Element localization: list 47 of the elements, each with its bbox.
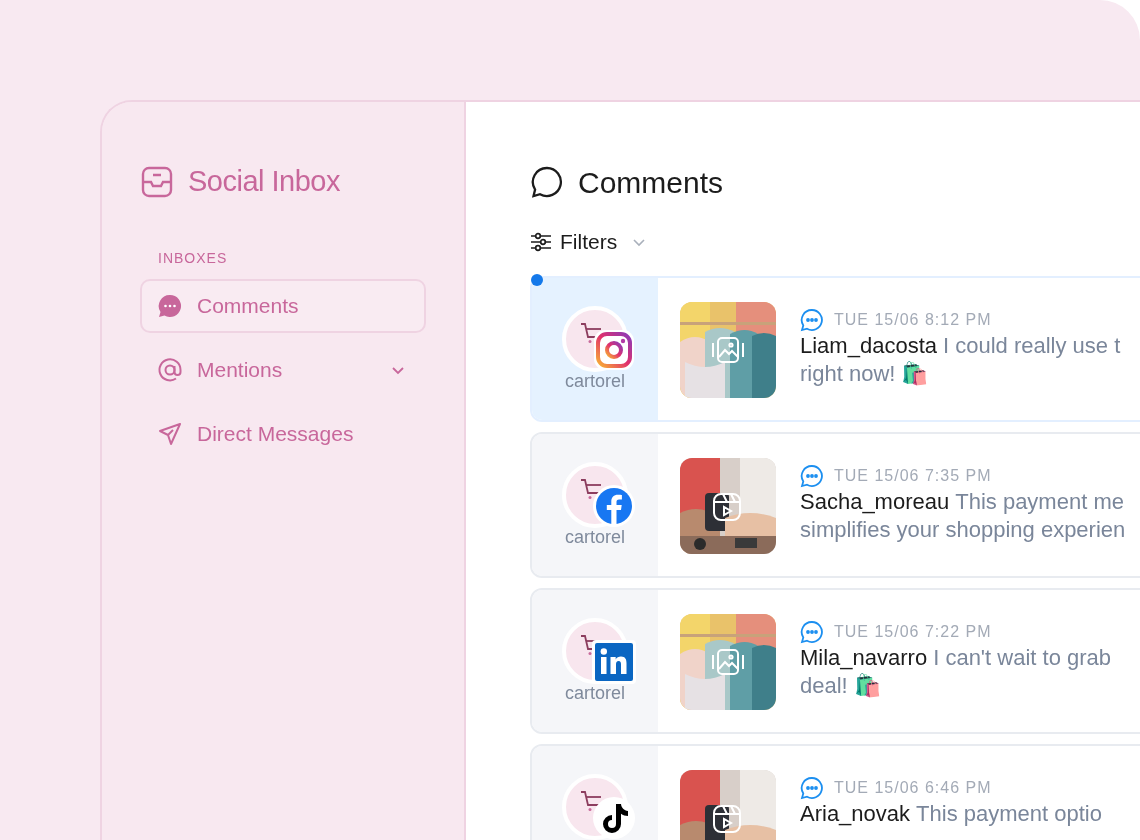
user-name: Sacha_moreau (800, 488, 950, 516)
comment-card[interactable]: cartorel TUE 15/06 8:12 PM Liam_dacosta I could really use t right now! 🛍 (530, 276, 1140, 422)
account-name: cartorel (565, 682, 625, 705)
comment-card[interactable]: TUE 15/06 6:46 PM Aria_novak This payment optio (530, 744, 1140, 840)
comment-text: This payment me (955, 488, 1124, 516)
chat-bubble-icon (800, 620, 824, 644)
gallery-icon (711, 335, 745, 365)
comment-text: right now! 🛍 (800, 360, 929, 388)
chat-bubble-icon (800, 464, 824, 488)
filters-button[interactable]: Filters (530, 228, 648, 256)
comment-text: simplifies your shopping experien (800, 516, 1126, 544)
chat-bubble-icon (800, 308, 824, 332)
comment-card[interactable]: cartorel TUE 15/06 7:35 PM Sacha_moreau This payment me simplifies your shopping experien (530, 432, 1140, 578)
sliders-icon (530, 231, 552, 253)
video-icon (711, 803, 743, 835)
comment-time: TUE 15/06 8:12 PM (834, 310, 992, 330)
comment-text: I could really use t (943, 332, 1121, 360)
chat-bubble-icon (157, 293, 183, 319)
account-name: cartorel (565, 370, 625, 393)
video-icon (711, 491, 743, 523)
tiktok-icon (592, 796, 636, 840)
app-title: Social Inbox (188, 164, 340, 200)
at-sign-icon (157, 357, 183, 383)
chat-bubble-icon (530, 165, 564, 199)
section-label: INBOXES (158, 249, 229, 268)
paper-plane-icon (157, 421, 183, 447)
comment-time: TUE 15/06 7:22 PM (834, 622, 992, 642)
cart-icon (580, 322, 602, 344)
account-name: cartorel (565, 526, 625, 549)
gallery-icon (711, 647, 745, 677)
facebook-icon (592, 484, 636, 528)
comment-text: I can't wait to grab (933, 644, 1112, 672)
cart-icon (580, 478, 602, 500)
cart-icon (580, 790, 602, 812)
comment-text: This payment optio (916, 800, 1102, 828)
comment-time: TUE 15/06 6:46 PM (834, 778, 992, 798)
comment-time: TUE 15/06 7:35 PM (834, 466, 992, 486)
inbox-icon (140, 165, 174, 199)
user-name: Mila_navarro (800, 644, 928, 672)
comment-text: deal! 🛍 (800, 672, 881, 700)
chat-bubble-icon (800, 776, 824, 800)
page-title: Comments (578, 164, 724, 201)
linkedin-icon (592, 640, 636, 684)
user-name: Aria_novak (800, 800, 911, 828)
comment-card[interactable]: cartorel TUE 15/06 7:22 PM Mila_navarro I can't wait to grab deal! 🛍 (530, 588, 1140, 734)
user-name: Liam_dacosta (800, 332, 937, 360)
instagram-icon (592, 328, 636, 372)
